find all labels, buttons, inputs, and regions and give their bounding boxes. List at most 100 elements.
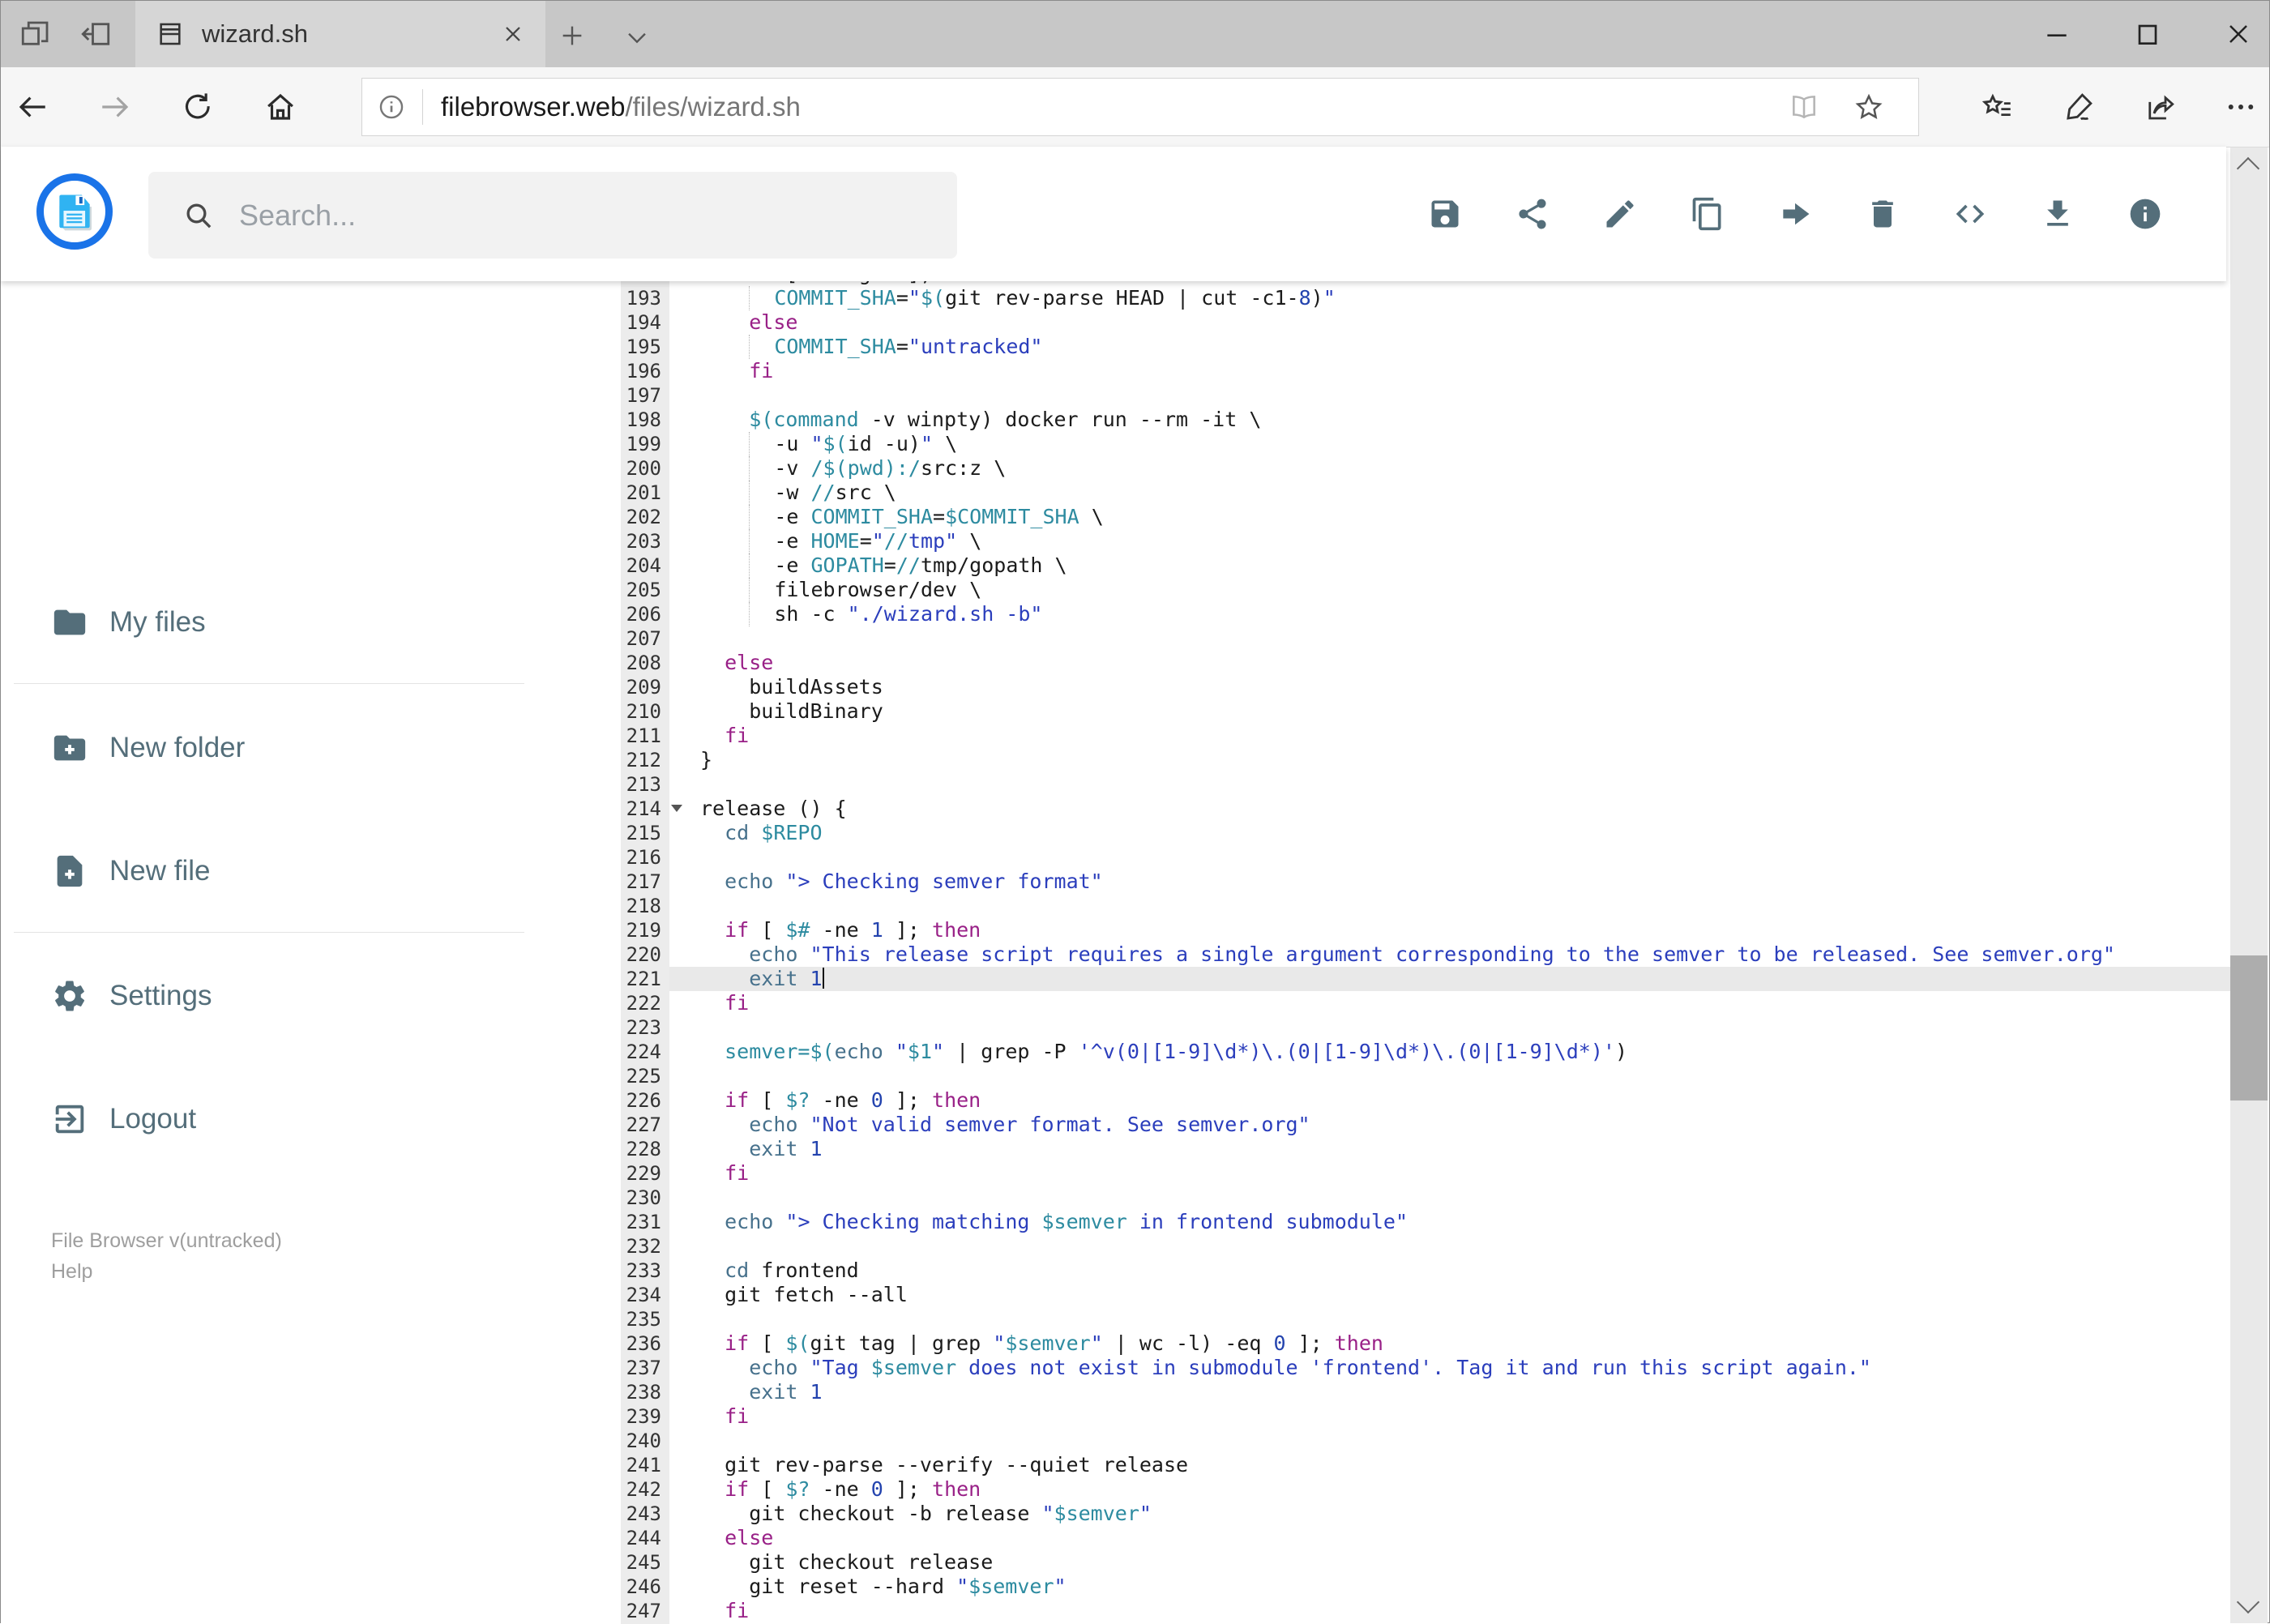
code-line[interactable]: 197 <box>621 383 2232 408</box>
code-line[interactable]: 214 release () { <box>621 797 2232 821</box>
code-line[interactable]: 223 <box>621 1015 2232 1040</box>
fold-arrow-icon[interactable] <box>671 805 682 812</box>
code-line[interactable]: 219 if [ $# -ne 1 ]; then <box>621 918 2232 942</box>
code-line[interactable]: 220 echo "This release script requires a… <box>621 942 2232 967</box>
code-line[interactable]: 222 fi <box>621 991 2232 1015</box>
tab-close-icon[interactable] <box>500 21 526 47</box>
code-line[interactable]: 200 -v /$(pwd):/src:z \ <box>621 456 2232 481</box>
share-file-button[interactable] <box>1515 196 1550 232</box>
code-line[interactable]: 210 buildBinary <box>621 699 2232 724</box>
scroll-down-icon[interactable] <box>2236 1590 2260 1614</box>
refresh-button[interactable] <box>181 90 215 124</box>
settings-more-button[interactable] <box>2224 90 2258 124</box>
code-line[interactable]: 232 <box>621 1234 2232 1259</box>
code-line[interactable]: 205 filebrowser/dev \ <box>621 578 2232 602</box>
move-button[interactable] <box>1777 196 1813 232</box>
save-button[interactable] <box>1427 196 1463 232</box>
code-line[interactable]: 236 if [ $(git tag | grep "$semver" | wc… <box>621 1331 2232 1356</box>
raw-view-button[interactable] <box>1952 196 1988 232</box>
code-line[interactable]: 228 exit 1 <box>621 1137 2232 1161</box>
code-line[interactable]: 226 if [ $? -ne 0 ]; then <box>621 1088 2232 1113</box>
code-line[interactable]: 221 exit 1 <box>621 967 2232 991</box>
site-info-icon[interactable] <box>377 92 406 122</box>
filebrowser-logo[interactable] <box>36 173 113 250</box>
code-line[interactable]: 193 COMMIT_SHA="$(git rev-parse HEAD | c… <box>621 286 2232 310</box>
favorites-hub-button[interactable] <box>1981 90 2015 124</box>
code-line[interactable]: 231 echo "> Checking matching $semver in… <box>621 1210 2232 1234</box>
copy-button[interactable] <box>1690 196 1725 232</box>
tab-list-chevron-down-icon[interactable] <box>623 24 651 51</box>
code-line[interactable]: 201 -w //src \ <box>621 481 2232 505</box>
edit-button[interactable] <box>1602 196 1638 232</box>
browser-tab-wizard[interactable]: wizard.sh <box>135 1 545 67</box>
code-line[interactable]: 217 echo "> Checking semver format" <box>621 870 2232 894</box>
code-line[interactable]: 213 <box>621 772 2232 797</box>
code-line[interactable]: 208 else <box>621 651 2232 675</box>
scroll-up-icon[interactable] <box>2236 156 2260 181</box>
code-line[interactable]: 237 echo "Tag $semver does not exist in … <box>621 1356 2232 1380</box>
code-line[interactable]: 212} <box>621 748 2232 772</box>
new-tab-button[interactable] <box>558 22 586 49</box>
code-line[interactable]: 204 -e GOPATH=//tmp/gopath \ <box>621 553 2232 578</box>
code-line[interactable]: 198 $(command -v winpty) docker run --rm… <box>621 408 2232 432</box>
code-line[interactable]: 207 <box>621 626 2232 651</box>
code-line[interactable]: 238 exit 1 <box>621 1380 2232 1404</box>
delete-button[interactable] <box>1865 196 1900 232</box>
close-window-button[interactable] <box>2222 18 2255 50</box>
sidebar-item-logout[interactable]: Logout <box>1 1082 621 1156</box>
code-line[interactable]: 247 fi <box>621 1599 2232 1623</box>
code-line[interactable]: 240 <box>621 1429 2232 1453</box>
back-button[interactable] <box>15 90 49 124</box>
maximize-button[interactable] <box>2131 18 2164 50</box>
code-line[interactable]: 245 git checkout release <box>621 1550 2232 1575</box>
scrollbar-thumb[interactable] <box>2230 955 2268 1100</box>
sidebar-item-new-file[interactable]: New file <box>1 834 621 908</box>
minimize-button[interactable] <box>2041 18 2073 50</box>
set-tabs-aside-icon[interactable] <box>79 17 113 51</box>
favorite-star-icon[interactable] <box>1853 92 1884 122</box>
search-input[interactable] <box>237 197 957 233</box>
code-editor[interactable]: 192 if [ -d .git ]; then193 COMMIT_SHA="… <box>621 281 2232 1624</box>
home-button[interactable] <box>263 90 297 124</box>
code-line[interactable]: 235 <box>621 1307 2232 1331</box>
code-line[interactable]: 243 git checkout -b release "$semver" <box>621 1502 2232 1526</box>
forward-button[interactable] <box>98 90 132 124</box>
info-button[interactable] <box>2127 196 2163 232</box>
code-line[interactable]: 218 <box>621 894 2232 918</box>
code-line[interactable]: 242 if [ $? -ne 0 ]; then <box>621 1477 2232 1502</box>
web-notes-button[interactable] <box>2062 90 2096 124</box>
code-line[interactable]: 233 cd frontend <box>621 1259 2232 1283</box>
code-line[interactable]: 246 git reset --hard "$semver" <box>621 1575 2232 1599</box>
code-line[interactable]: 211 fi <box>621 724 2232 748</box>
code-line[interactable]: 196 fi <box>621 359 2232 383</box>
code-line[interactable]: 244 else <box>621 1526 2232 1550</box>
code-line[interactable]: 195 COMMIT_SHA="untracked" <box>621 335 2232 359</box>
address-bar[interactable]: filebrowser.web /files/wizard.sh <box>361 78 1919 136</box>
page-scrollbar[interactable] <box>2230 147 2268 1623</box>
code-line[interactable]: 227 echo "Not valid semver format. See s… <box>621 1113 2232 1137</box>
reading-view-icon[interactable] <box>1789 92 1819 122</box>
code-line[interactable]: 209 buildAssets <box>621 675 2232 699</box>
code-line[interactable]: 203 -e HOME="//tmp" \ <box>621 529 2232 553</box>
download-button[interactable] <box>2040 196 2075 232</box>
code-line[interactable]: 199 -u "$(id -u)" \ <box>621 432 2232 456</box>
code-line[interactable]: 216 <box>621 845 2232 870</box>
code-line[interactable]: 239 fi <box>621 1404 2232 1429</box>
help-link[interactable]: Help <box>51 1256 282 1287</box>
code-line[interactable]: 241 git rev-parse --verify --quiet relea… <box>621 1453 2232 1477</box>
tab-preview-icon[interactable] <box>19 17 53 51</box>
code-line[interactable]: 230 <box>621 1186 2232 1210</box>
sidebar-item-new-folder[interactable]: New folder <box>1 711 621 785</box>
code-line[interactable]: 224 semver=$(echo "$1" | grep -P '^v(0|[… <box>621 1040 2232 1064</box>
code-line[interactable]: 194 else <box>621 310 2232 335</box>
code-line[interactable]: 206 sh -c "./wizard.sh -b" <box>621 602 2232 626</box>
sidebar-item-my-files[interactable]: My files <box>1 585 621 660</box>
code-line[interactable]: 234 git fetch --all <box>621 1283 2232 1307</box>
share-page-button[interactable] <box>2143 90 2177 124</box>
code-line[interactable]: 215 cd $REPO <box>621 821 2232 845</box>
search-box[interactable] <box>148 172 957 259</box>
sidebar-item-settings[interactable]: Settings <box>1 959 621 1033</box>
code-line[interactable]: 202 -e COMMIT_SHA=$COMMIT_SHA \ <box>621 505 2232 529</box>
code-line[interactable]: 229 fi <box>621 1161 2232 1186</box>
code-line[interactable]: 225 <box>621 1064 2232 1088</box>
